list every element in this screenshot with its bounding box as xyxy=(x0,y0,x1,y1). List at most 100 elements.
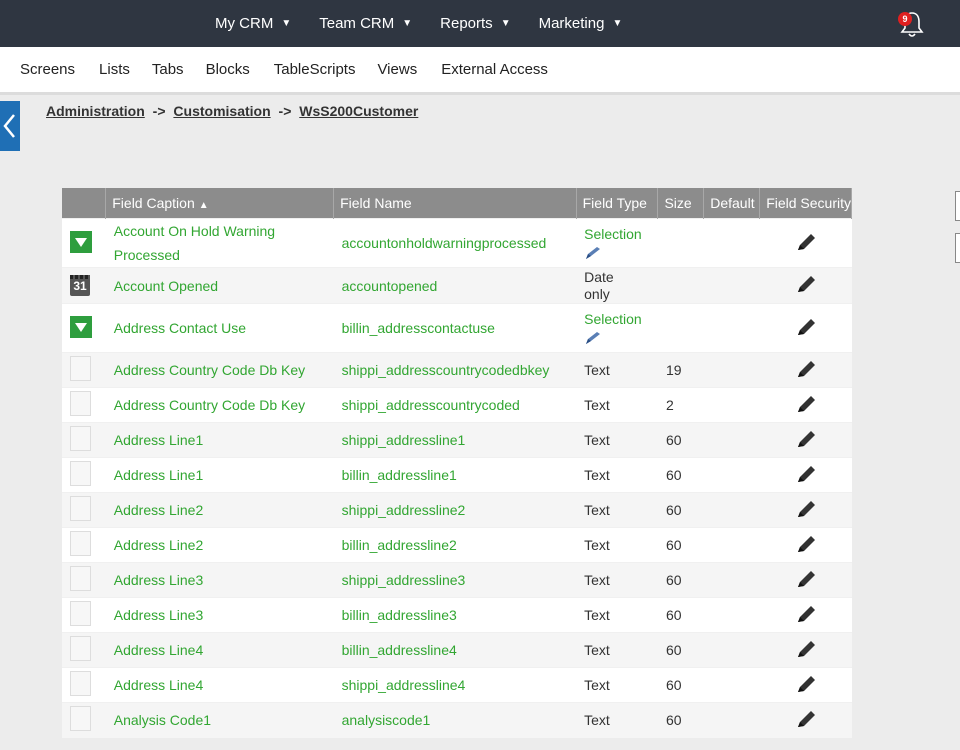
field-type-cell[interactable]: Selection xyxy=(576,303,658,353)
pencil-edit-icon[interactable] xyxy=(795,359,817,379)
tab-tablescripts[interactable]: TableScripts xyxy=(274,61,356,78)
field-caption-link[interactable]: Address Line1 xyxy=(105,422,334,458)
field-name-link[interactable]: shippi_addressline1 xyxy=(333,422,577,458)
field-name-link[interactable]: shippi_addresscountrycoded xyxy=(333,387,577,423)
field-caption-link[interactable]: Address Line2 xyxy=(105,492,334,528)
tab-external-access[interactable]: External Access xyxy=(441,61,548,78)
column-header-default[interactable]: Default xyxy=(703,188,761,219)
field-type-icon-cell xyxy=(62,387,106,423)
breadcrumb-customisation[interactable]: Customisation xyxy=(173,103,270,119)
field-name-link[interactable]: billin_addressline2 xyxy=(333,527,577,563)
field-caption-link[interactable]: Address Contact Use xyxy=(105,303,334,353)
pencil-edit-icon[interactable] xyxy=(795,709,817,729)
field-name-link[interactable]: shippi_addresscountrycodedbkey xyxy=(333,352,577,388)
sidebar-toggle-button[interactable] xyxy=(0,101,20,151)
pencil-edit-icon[interactable] xyxy=(795,232,817,252)
field-name-link[interactable]: billin_addressline3 xyxy=(333,597,577,633)
field-default-cell xyxy=(703,267,760,304)
field-caption-link[interactable]: Address Line3 xyxy=(105,597,334,633)
field-type-icon-cell xyxy=(62,457,106,493)
field-name-link[interactable]: shippi_addressline2 xyxy=(333,492,577,528)
notification-bell-icon[interactable]: 9 xyxy=(898,10,924,38)
field-caption-link[interactable]: Address Line4 xyxy=(105,667,334,703)
text-field-icon xyxy=(70,636,91,661)
table-row: Address Line1 billin_addressline1 Text 60 xyxy=(62,457,852,493)
menu-marketing[interactable]: Marketing ▼ xyxy=(539,15,623,32)
field-caption-link[interactable]: Analysis Code1 xyxy=(105,702,334,738)
column-header-field-name[interactable]: Field Name xyxy=(333,188,577,219)
menu-team-crm[interactable]: Team CRM ▼ xyxy=(319,15,412,32)
menu-reports[interactable]: Reports ▼ xyxy=(440,15,510,32)
column-header-size[interactable]: Size xyxy=(657,188,705,219)
field-caption-link[interactable]: Address Line1 xyxy=(105,457,334,493)
pencil-edit-icon[interactable] xyxy=(795,499,817,519)
tab-views[interactable]: Views xyxy=(377,61,417,78)
field-caption-link[interactable]: Address Country Code Db Key xyxy=(105,387,334,423)
table-header-row: Field Caption ▲ Field Name Field Type Siz… xyxy=(62,188,852,219)
field-caption-link[interactable]: Address Line2 xyxy=(105,527,334,563)
field-type-icon-cell xyxy=(62,352,106,388)
field-type-icon-cell xyxy=(62,527,106,563)
field-size-cell: 60 xyxy=(657,632,704,668)
field-name-link[interactable]: billin_addresscontactuse xyxy=(333,303,577,353)
field-default-cell xyxy=(703,562,760,598)
pencil-edit-icon[interactable] xyxy=(795,429,817,449)
breadcrumb: Administration -> Customisation -> WsS20… xyxy=(46,103,418,119)
field-type-label: Text xyxy=(584,606,610,623)
field-name-link[interactable]: accountopened xyxy=(333,267,577,304)
field-type-label: Text xyxy=(584,361,610,378)
field-caption-link[interactable]: Account On Hold Warning Processed xyxy=(105,218,334,268)
field-caption-link[interactable]: Account Opened xyxy=(105,267,334,304)
field-name-link[interactable]: billin_addressline4 xyxy=(333,632,577,668)
field-type-cell: Date only xyxy=(576,267,658,304)
menu-my-crm[interactable]: My CRM ▼ xyxy=(215,15,291,32)
column-header-field-type[interactable]: Field Type xyxy=(576,188,659,219)
breadcrumb-entity[interactable]: WsS200Customer xyxy=(299,103,418,119)
field-size-cell: 60 xyxy=(657,702,704,738)
table-row: Address Line3 shippi_addressline3 Text 60 xyxy=(62,562,852,598)
edit-selection-icon[interactable] xyxy=(584,330,604,346)
field-name-link[interactable]: shippi_addressline3 xyxy=(333,562,577,598)
field-caption-link[interactable]: Address Country Code Db Key xyxy=(105,352,334,388)
field-name-link[interactable]: shippi_addressline4 xyxy=(333,667,577,703)
tab-lists[interactable]: Lists xyxy=(99,61,130,78)
pencil-edit-icon[interactable] xyxy=(795,674,817,694)
text-field-icon xyxy=(70,601,91,626)
field-name-link[interactable]: analysiscode1 xyxy=(333,702,577,738)
field-caption-link[interactable]: Address Line3 xyxy=(105,562,334,598)
edit-selection-icon[interactable] xyxy=(584,245,604,261)
field-name-link[interactable]: accountonholdwarningprocessed xyxy=(333,218,577,268)
field-type-label: Text xyxy=(584,431,610,448)
pencil-edit-icon[interactable] xyxy=(795,569,817,589)
text-field-icon xyxy=(70,496,91,521)
pencil-edit-icon[interactable] xyxy=(795,274,817,294)
pencil-edit-icon[interactable] xyxy=(795,604,817,624)
pencil-edit-icon[interactable] xyxy=(795,639,817,659)
field-security-cell xyxy=(759,352,852,388)
tab-blocks[interactable]: Blocks xyxy=(206,61,250,78)
column-header-field-caption-label: Field Caption xyxy=(112,195,195,211)
sort-ascending-icon: ▲ xyxy=(198,200,209,211)
column-header-field-caption[interactable]: Field Caption ▲ xyxy=(105,188,335,219)
tab-tabs[interactable]: Tabs xyxy=(152,61,184,78)
pencil-edit-icon[interactable] xyxy=(795,534,817,554)
field-security-cell xyxy=(759,303,852,353)
breadcrumb-administration[interactable]: Administration xyxy=(46,103,145,119)
pencil-edit-icon[interactable] xyxy=(795,464,817,484)
field-type-icon-cell xyxy=(62,218,106,268)
field-default-cell xyxy=(703,527,760,563)
chevron-left-icon xyxy=(3,114,15,138)
field-default-cell xyxy=(703,632,760,668)
field-size-cell: 60 xyxy=(657,597,704,633)
field-type-icon-cell: 31 xyxy=(62,267,106,304)
action-button-partial[interactable] xyxy=(955,191,960,221)
pencil-edit-icon[interactable] xyxy=(795,394,817,414)
field-type-cell[interactable]: Selection xyxy=(576,218,658,268)
field-name-link[interactable]: billin_addressline1 xyxy=(333,457,577,493)
tab-screens[interactable]: Screens xyxy=(20,61,75,78)
field-caption-link[interactable]: Address Line4 xyxy=(105,632,334,668)
field-type-icon-cell xyxy=(62,702,106,738)
action-button-partial[interactable] xyxy=(955,233,960,263)
field-type-label: Text xyxy=(584,466,610,483)
pencil-edit-icon[interactable] xyxy=(795,317,817,337)
